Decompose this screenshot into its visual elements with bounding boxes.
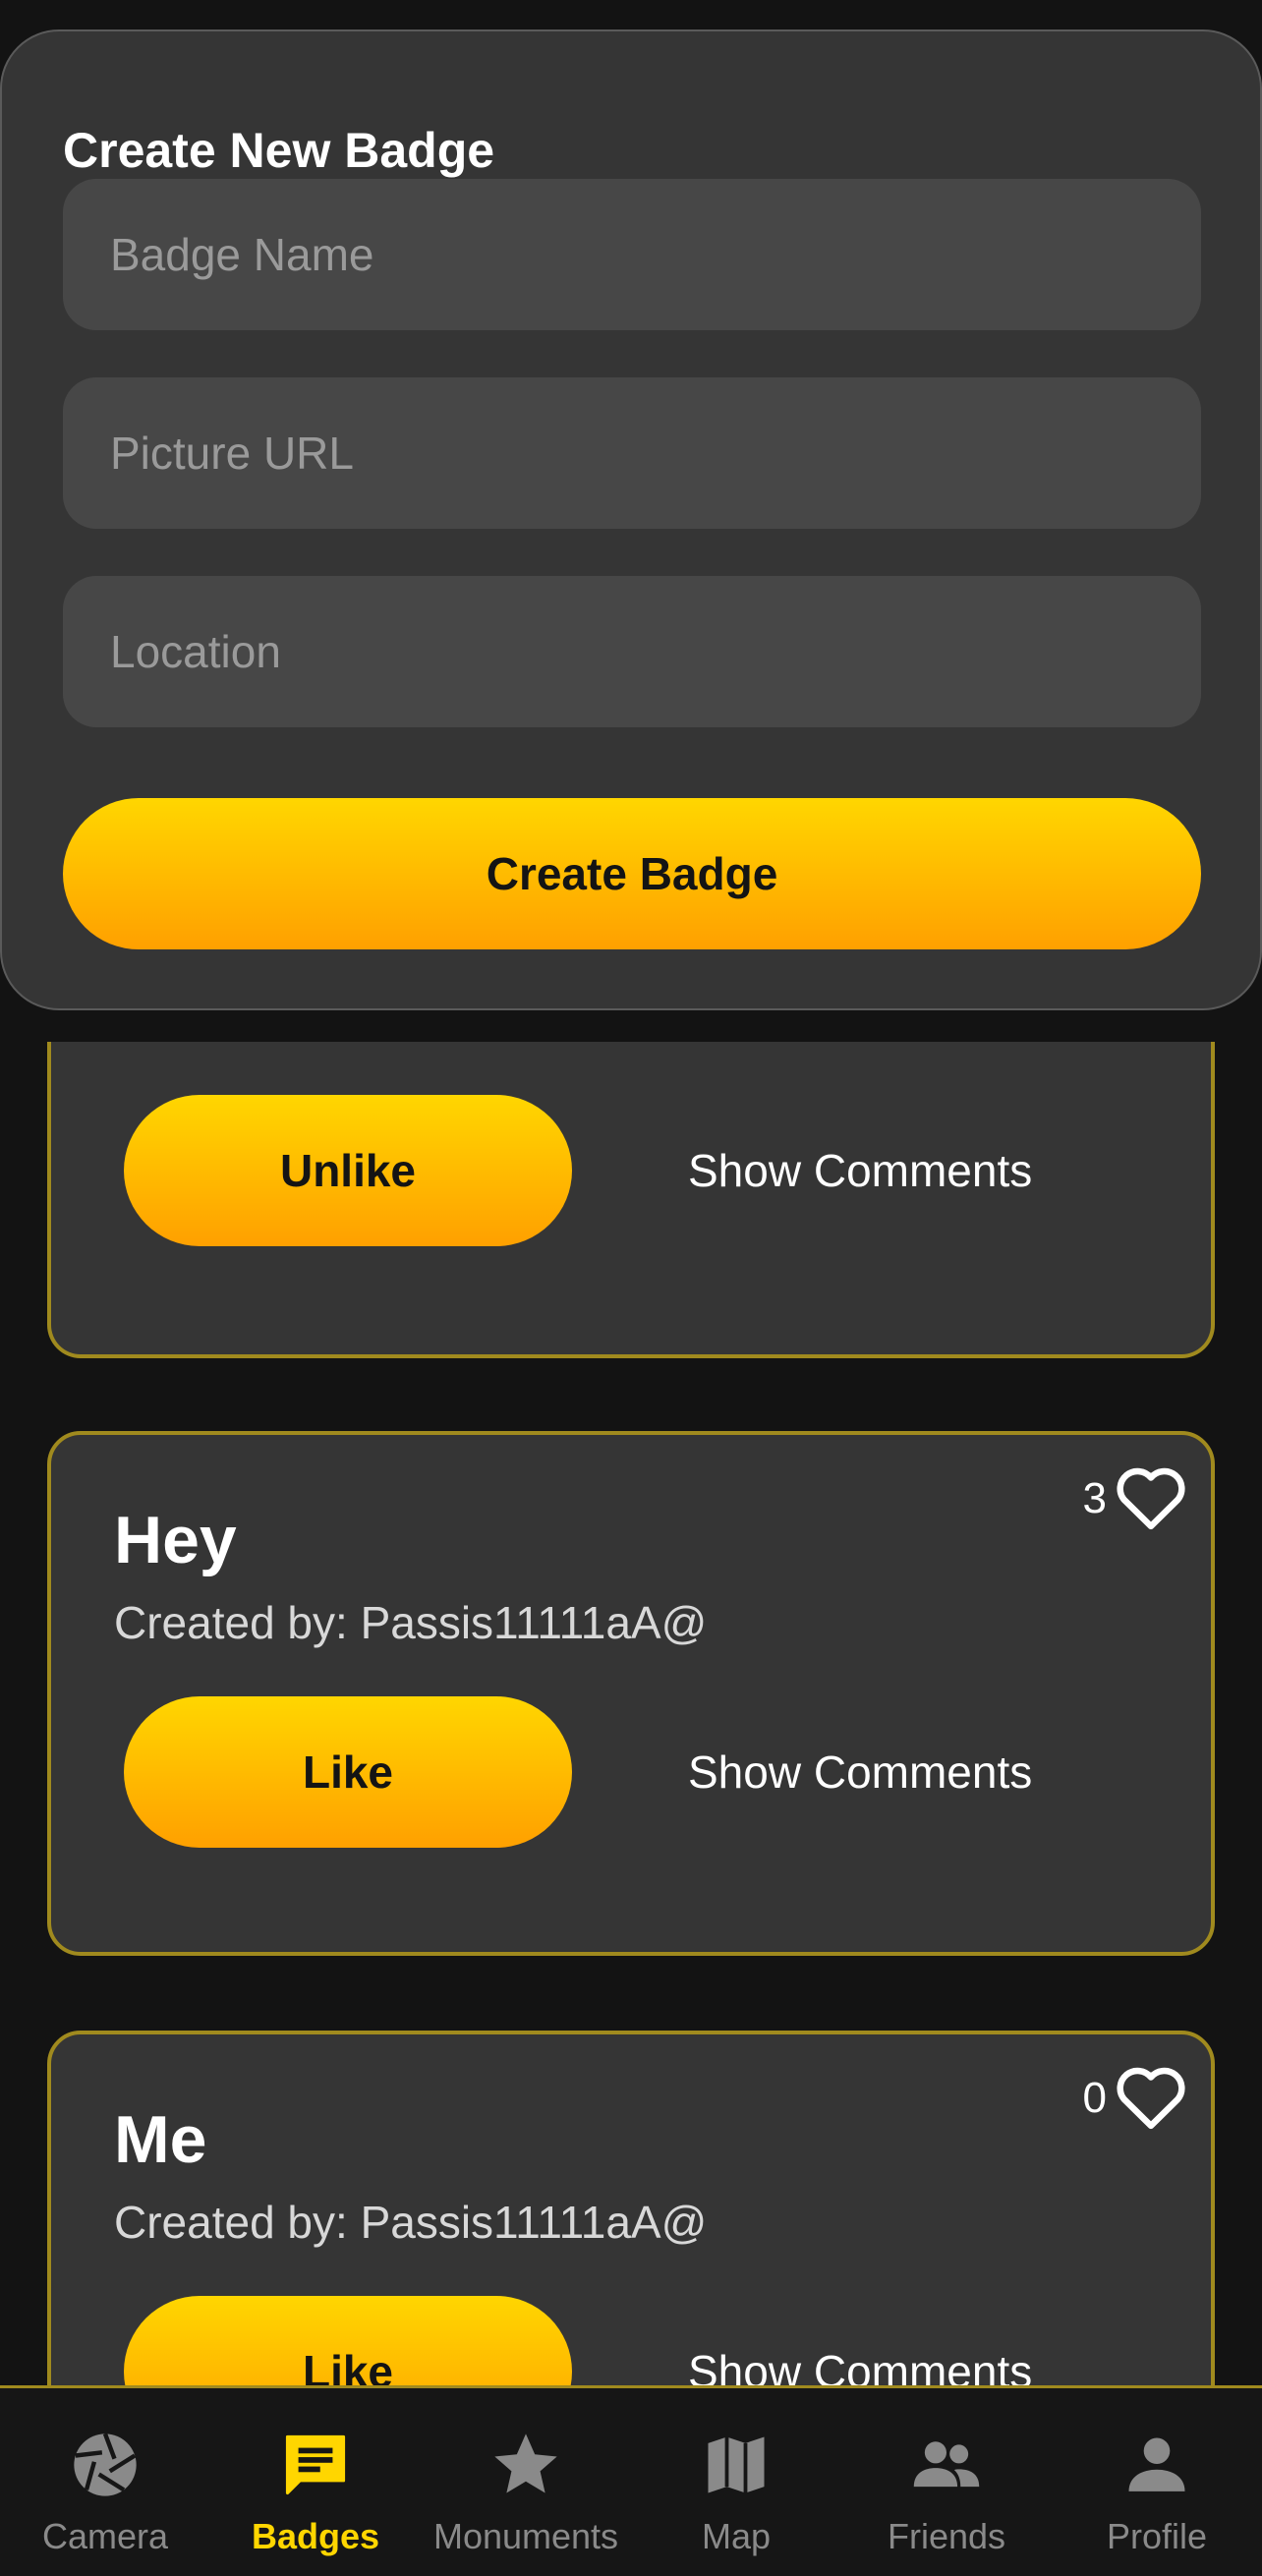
panel-title: Create New Badge [63,123,495,178]
chat-bubble-icon [285,2434,346,2495]
person-icon [1128,2437,1185,2491]
tab-label: Profile [1106,2516,1208,2556]
badge-creator: Created by: Passis11111aA@ [114,1597,708,1648]
badge-creator: Created by: Passis11111aA@ [114,2197,708,2248]
like-button[interactable]: Like [124,1696,572,1848]
badge-card: 3 Hey Created by: Passis11111aA@ Like Sh… [47,1431,1215,1956]
heart-icon[interactable] [1113,1460,1189,1531]
tab-friends[interactable]: Friends [841,2388,1052,2576]
badge-card-partial: Unlike Show Comments [47,1042,1215,1358]
camera-aperture-icon [74,2433,137,2496]
tab-label: Friends [887,2516,1006,2556]
tab-badges[interactable]: Badges [210,2388,421,2576]
like-count: 3 [1082,1474,1107,1522]
heart-icon[interactable] [1113,2060,1189,2131]
tab-label: Camera [41,2516,169,2556]
tab-label: Badges [251,2516,380,2556]
tab-monuments[interactable]: Monuments [421,2388,631,2576]
badge-title: Hey [114,1503,237,1577]
people-icon [913,2441,980,2488]
location-input[interactable] [63,576,1201,727]
tab-bar: Camera Badges Monuments Map Friends Prof… [0,2385,1262,2576]
badge-title: Me [114,2102,207,2177]
map-icon [708,2436,765,2493]
tab-camera[interactable]: Camera [0,2388,210,2576]
create-badge-panel: Create New Badge Create Badge [0,29,1262,1010]
unlike-button[interactable]: Unlike [124,1095,572,1246]
like-count: 0 [1082,2074,1107,2122]
badge-name-input[interactable] [63,179,1201,330]
star-icon [494,2433,557,2493]
picture-url-input[interactable] [63,377,1201,529]
tab-map[interactable]: Map [631,2388,841,2576]
show-comments-link[interactable]: Show Comments [688,1696,1032,1848]
tab-profile[interactable]: Profile [1052,2388,1262,2576]
show-comments-link[interactable]: Show Comments [688,1095,1032,1246]
tab-label: Map [701,2516,772,2556]
create-badge-button[interactable]: Create Badge [63,798,1201,949]
tab-label: Monuments [432,2516,619,2556]
